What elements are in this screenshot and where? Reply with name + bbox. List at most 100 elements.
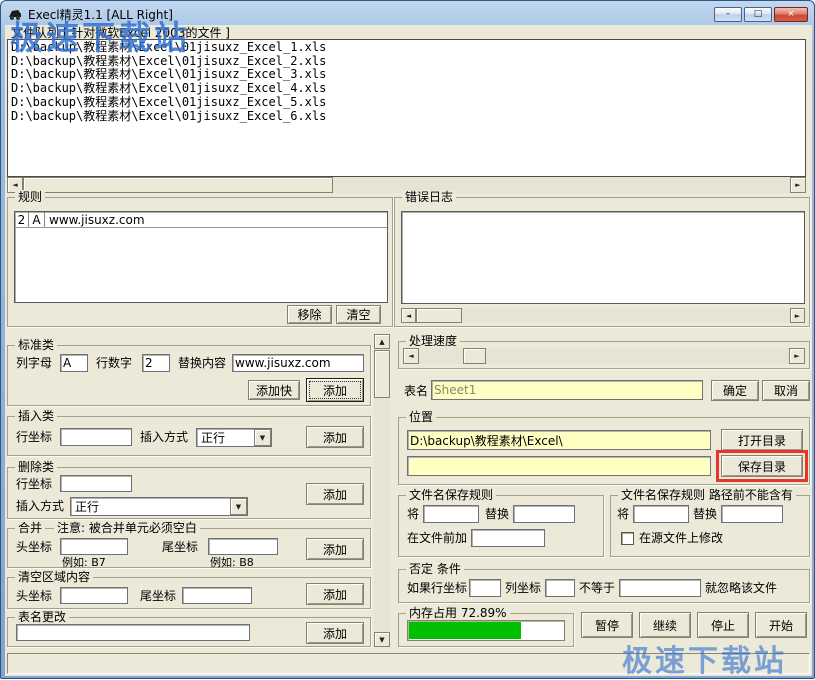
- start-button[interactable]: 开始: [755, 612, 807, 638]
- insert-mode-select[interactable]: 正行 ▼: [196, 428, 272, 447]
- scroll-thumb[interactable]: [23, 177, 333, 193]
- rule2-from-label: 将: [617, 507, 629, 522]
- scroll-right-button[interactable]: ►: [789, 348, 805, 364]
- scroll-thumb[interactable]: [416, 308, 462, 323]
- insert-add-button[interactable]: 添加: [306, 426, 364, 448]
- rules-list[interactable]: 2 A www.jisuxz.com: [14, 211, 388, 303]
- file-queue-item[interactable]: D:\backup\教程素材\Excel\01jisuxz_Excel_5.xl…: [11, 96, 802, 110]
- sheet-name-input[interactable]: [431, 380, 703, 400]
- delete-row-coord-input[interactable]: [60, 475, 132, 492]
- clear-head-input[interactable]: [60, 587, 128, 604]
- file-queue-item[interactable]: D:\backup\教程素材\Excel\01jisuxz_Excel_1.xl…: [11, 41, 802, 55]
- file-queue-item[interactable]: D:\backup\教程素材\Excel\01jisuxz_Excel_6.xl…: [11, 110, 802, 124]
- rules-list-row[interactable]: 2 A www.jisuxz.com: [15, 212, 387, 228]
- if-row-input[interactable]: [469, 579, 501, 597]
- insert-mode-value: 正行: [197, 429, 254, 446]
- rule-col-letter: A: [29, 212, 45, 227]
- modify-source-label: 在源文件上修改: [639, 531, 723, 546]
- close-button[interactable]: ×: [774, 7, 808, 22]
- col-letter-input[interactable]: [60, 354, 88, 372]
- delete-add-button[interactable]: 添加: [306, 483, 364, 505]
- delete-mode-select[interactable]: 正行 ▼: [70, 497, 248, 516]
- rule-to-label: 替换: [485, 507, 509, 522]
- pause-button[interactable]: 暂停: [581, 612, 633, 638]
- standard-group: 标准类 列字母 行数字 替换内容 添加快 添加: [7, 345, 371, 406]
- rule2-to-label: 替换: [693, 507, 717, 522]
- titlebar: Execl精灵1.1 [ALL Right] – □ ×: [7, 4, 808, 24]
- file-queue-list[interactable]: D:\backup\教程素材\Excel\01jisuxz_Excel_1.xl…: [7, 39, 806, 177]
- left-panel-vscrollbar[interactable]: ▲ ▼: [374, 334, 390, 647]
- rule-to-input[interactable]: [513, 505, 575, 523]
- ok-button[interactable]: 确定: [711, 380, 759, 401]
- scroll-up-button[interactable]: ▲: [374, 334, 390, 349]
- not-equal-label: 不等于: [579, 581, 615, 596]
- merge-head-input[interactable]: [60, 538, 128, 555]
- standard-add-button[interactable]: 添加: [306, 378, 364, 402]
- minimize-button[interactable]: –: [714, 7, 742, 22]
- insert-row-coord-input[interactable]: [60, 428, 132, 446]
- not-equal-input[interactable]: [619, 579, 701, 597]
- scroll-down-button[interactable]: ▼: [374, 632, 390, 647]
- chevron-down-icon[interactable]: ▼: [254, 429, 271, 446]
- rule-from-input[interactable]: [423, 505, 479, 523]
- delete-row-coord-label: 行坐标: [16, 477, 52, 492]
- merge-head-example: 例如: B7: [62, 555, 106, 570]
- file-queue-item[interactable]: D:\backup\教程素材\Excel\01jisuxz_Excel_4.xl…: [11, 82, 802, 96]
- speed-slider[interactable]: ◄ ►: [403, 348, 805, 364]
- caption-buttons: – □ ×: [714, 7, 808, 22]
- scroll-left-button[interactable]: ◄: [403, 348, 419, 364]
- open-dir-input[interactable]: [407, 430, 711, 450]
- rule-row-number: 2: [15, 212, 29, 227]
- filename-rule2-group: 文件名保存规则 路径前不能含有 将 替换 在源文件上修改: [610, 495, 810, 557]
- sheet-rename-input[interactable]: [16, 624, 250, 641]
- filename-rule-group: 文件名保存规则 将 替换 在文件前加: [398, 495, 604, 557]
- scroll-right-button[interactable]: ►: [790, 177, 806, 193]
- rule2-from-input[interactable]: [633, 505, 689, 523]
- speed-slider-thumb[interactable]: [463, 348, 486, 364]
- error-log-hscrollbar[interactable]: ◄ ►: [401, 308, 805, 323]
- clear-region-add-button[interactable]: 添加: [306, 583, 364, 605]
- speed-group-label: 处理速度: [406, 334, 460, 349]
- rule-content: www.jisuxz.com: [45, 212, 145, 227]
- open-dir-button[interactable]: 打开目录: [721, 429, 803, 451]
- rule-prefix-input[interactable]: [471, 529, 545, 547]
- resume-button[interactable]: 继续: [639, 612, 691, 638]
- speed-group: 处理速度 ◄ ►: [398, 341, 810, 369]
- replace-content-input[interactable]: [232, 354, 364, 372]
- rule2-to-input[interactable]: [721, 505, 783, 523]
- row-number-input[interactable]: [142, 354, 170, 372]
- memory-progress-fill: [409, 622, 521, 639]
- sheet-rename-add-button[interactable]: 添加: [306, 622, 364, 644]
- memory-progress: [407, 620, 565, 641]
- save-dir-input[interactable]: [407, 456, 711, 476]
- col-coord-input[interactable]: [545, 579, 575, 597]
- clear-rules-button[interactable]: 清空: [336, 305, 381, 324]
- maximize-button[interactable]: □: [744, 7, 772, 22]
- cancel-button[interactable]: 取消: [762, 380, 810, 401]
- merge-add-button[interactable]: 添加: [306, 538, 364, 560]
- scroll-right-button[interactable]: ►: [790, 308, 805, 323]
- merge-tail-label: 尾坐标: [162, 540, 198, 555]
- minimize-icon: –: [726, 10, 731, 19]
- clear-tail-label: 尾坐标: [140, 589, 176, 604]
- if-row-label: 如果行坐标: [407, 581, 467, 596]
- merge-head-label: 头坐标: [16, 540, 52, 555]
- app-icon: [7, 6, 23, 22]
- delete-mode-value: 正行: [71, 498, 230, 515]
- sheet-name-label: 表名: [404, 384, 428, 399]
- rules-group-label: 规则: [15, 190, 45, 205]
- modify-source-checkbox[interactable]: [621, 532, 634, 545]
- col-coord-label: 列坐标: [505, 581, 541, 596]
- scroll-thumb[interactable]: [374, 350, 390, 398]
- save-dir-button[interactable]: 保存目录: [721, 455, 803, 477]
- add-fast-button[interactable]: 添加快: [248, 380, 300, 400]
- clear-region-group: 清空区域内容 头坐标 尾坐标 添加: [7, 577, 371, 609]
- clear-region-label: 清空区域内容: [15, 570, 93, 585]
- scroll-left-button[interactable]: ◄: [401, 308, 416, 323]
- error-log-list[interactable]: [401, 211, 805, 304]
- stop-button[interactable]: 停止: [697, 612, 749, 638]
- remove-rule-button[interactable]: 移除: [287, 305, 332, 324]
- merge-tail-input[interactable]: [208, 538, 278, 555]
- clear-tail-input[interactable]: [182, 587, 252, 604]
- chevron-down-icon[interactable]: ▼: [230, 498, 247, 515]
